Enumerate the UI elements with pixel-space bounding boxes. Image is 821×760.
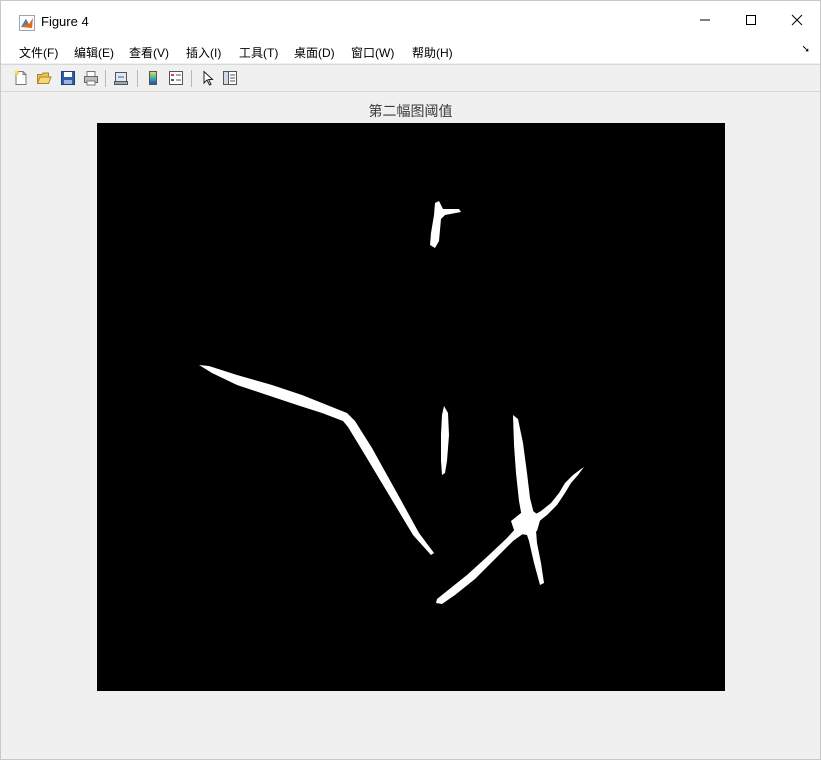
menu-help[interactable]: 帮助(H) bbox=[412, 44, 453, 61]
menu-view[interactable]: 查看(V) bbox=[129, 44, 169, 61]
toolbar bbox=[1, 65, 820, 92]
maximize-button[interactable] bbox=[728, 1, 774, 39]
toolbar-separator bbox=[191, 70, 192, 87]
title-bar[interactable]: Figure 4 bbox=[1, 1, 820, 39]
toolbar-separator bbox=[105, 70, 106, 87]
legend-icon[interactable] bbox=[166, 68, 186, 88]
menu-tools[interactable]: 工具(T) bbox=[239, 44, 278, 61]
save-icon[interactable] bbox=[58, 68, 78, 88]
menu-file[interactable]: 文件(F) bbox=[19, 44, 58, 61]
link-plot-icon[interactable] bbox=[111, 68, 131, 88]
toolbar-separator bbox=[137, 70, 138, 87]
print-icon[interactable] bbox=[81, 68, 101, 88]
menu-window[interactable]: 窗口(W) bbox=[351, 44, 394, 61]
image-axes[interactable] bbox=[97, 123, 725, 691]
matlab-app-icon bbox=[19, 15, 35, 31]
open-file-icon[interactable] bbox=[34, 68, 54, 88]
close-icon bbox=[791, 14, 803, 26]
menu-expand-icon[interactable]: ➘ bbox=[802, 44, 810, 55]
colorbar-icon[interactable] bbox=[143, 68, 163, 88]
close-button[interactable] bbox=[774, 1, 820, 39]
property-editor-icon[interactable] bbox=[220, 68, 240, 88]
menu-insert[interactable]: 插入(I) bbox=[186, 44, 221, 61]
thresholded-image bbox=[97, 123, 725, 691]
menu-desktop[interactable]: 桌面(D) bbox=[294, 44, 335, 61]
figure-window: Figure 4 文件(F) 编辑(E) 查看(V) 插入(I) 工具(T) 桌… bbox=[0, 0, 821, 760]
menu-edit[interactable]: 编辑(E) bbox=[74, 44, 114, 61]
minimize-button[interactable] bbox=[682, 1, 728, 39]
new-figure-icon[interactable] bbox=[11, 68, 31, 88]
select-arrow-icon[interactable] bbox=[198, 68, 218, 88]
minimize-icon bbox=[700, 19, 710, 21]
window-title: Figure 4 bbox=[41, 14, 89, 29]
maximize-icon bbox=[746, 15, 756, 25]
menu-bar: 文件(F) 编辑(E) 查看(V) 插入(I) 工具(T) 桌面(D) 窗口(W… bbox=[1, 39, 820, 63]
plot-title: 第二幅图阈值 bbox=[368, 104, 453, 120]
